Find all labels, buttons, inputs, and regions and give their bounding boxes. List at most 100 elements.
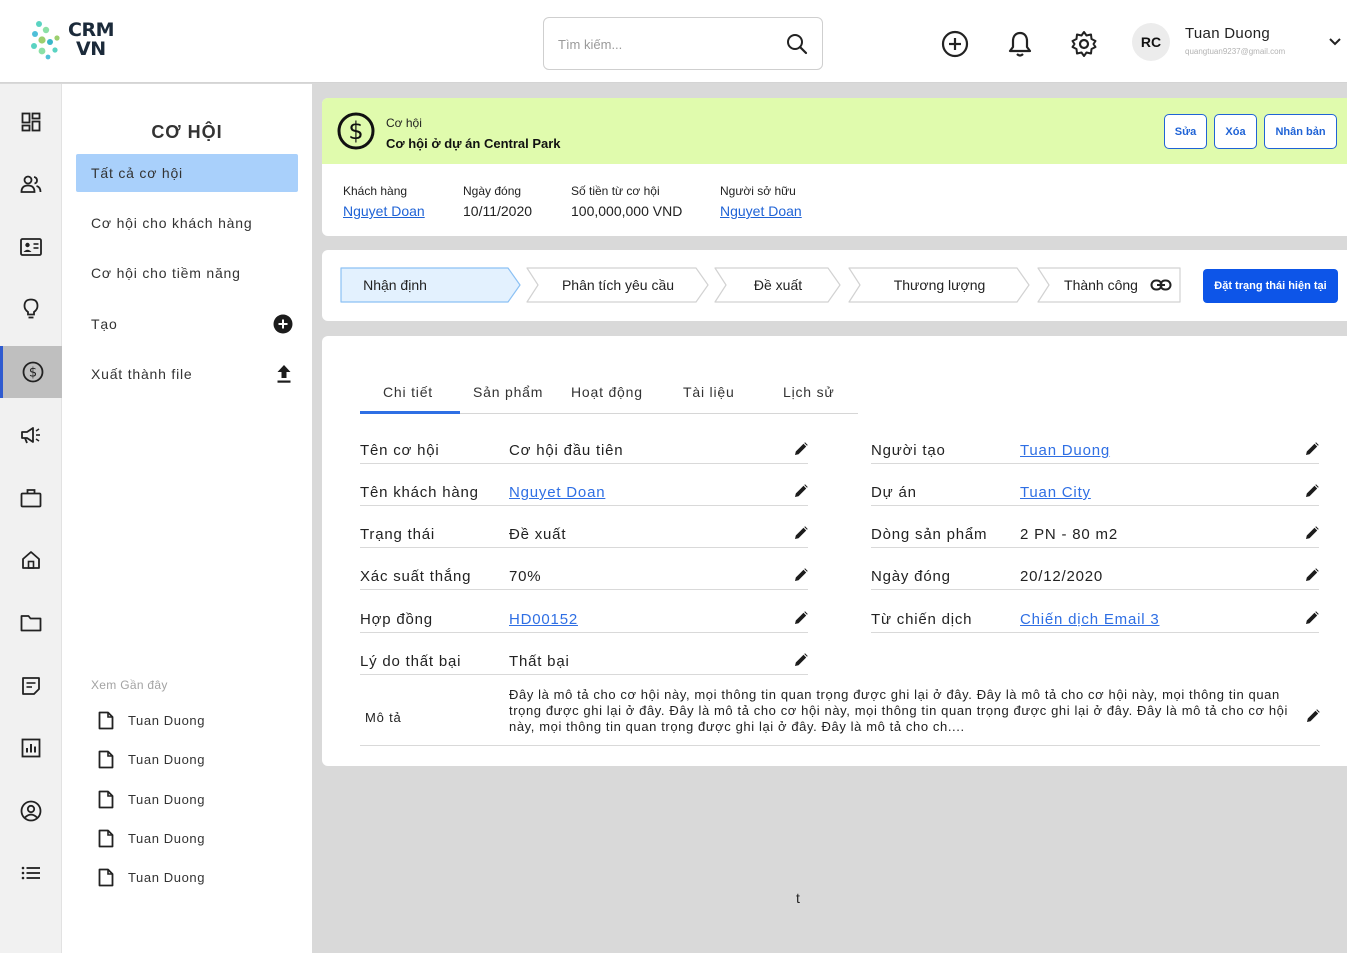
note-icon (22, 677, 40, 695)
tab-details[interactable]: Chi tiết (383, 384, 433, 400)
field-label: Lý do thất bại (360, 653, 462, 670)
sidebar-item-customer-opportunities[interactable]: Cơ hội cho khách hàng (76, 204, 298, 242)
sidebar-item-all-opportunities[interactable]: Tất cả cơ hội (76, 154, 298, 192)
field-value-link[interactable]: Chiến dịch Email 3 (1020, 611, 1159, 628)
add-circle-icon[interactable] (941, 30, 969, 58)
field-value-link[interactable]: Tuan Duong (1020, 442, 1110, 459)
app-logo[interactable]: CRM VN (30, 20, 114, 60)
user-avatar[interactable]: RC (1132, 23, 1170, 61)
meta-label: Số tiền từ cơ hội (571, 184, 660, 198)
field-created-by: Người tạo Tuan Duong (871, 436, 1319, 464)
icon-rail: $ (0, 84, 62, 953)
delete-button[interactable]: Xóa (1214, 114, 1257, 149)
list-icon (21, 866, 40, 880)
tab-documents[interactable]: Tài liệu (683, 384, 735, 400)
recent-item-label: Tuan Duong (128, 712, 206, 728)
pencil-icon[interactable] (1305, 611, 1319, 630)
sidebar-item-label: Xuất thành file (91, 366, 193, 382)
field-value-link[interactable]: Nguyet Doan (509, 484, 605, 501)
pencil-icon[interactable] (794, 568, 808, 587)
tab-history[interactable]: Lịch sử (783, 384, 835, 400)
sidebar-item-label: Cơ hội cho tiềm năng (91, 265, 241, 281)
sidebar-item-create[interactable]: Tạo (76, 305, 298, 343)
dollar-circle-icon: $ (22, 361, 43, 383)
field-product-line: Dòng sản phẩm 2 PN - 80 m2 (871, 520, 1319, 548)
record-header-card: $ Cơ hội Cơ hội ở dự án Central Park Sửa… (322, 98, 1347, 236)
sidebar-item-export[interactable]: Xuất thành file (76, 355, 298, 393)
meta-owner-link[interactable]: Nguyet Doan (720, 203, 802, 219)
pencil-icon[interactable] (1306, 709, 1320, 728)
recent-item[interactable]: Tuan Duong (98, 827, 205, 849)
contact-card-icon (20, 238, 42, 256)
megaphone-icon (21, 427, 40, 444)
search-input[interactable] (558, 33, 778, 55)
pencil-icon[interactable] (1305, 526, 1319, 545)
document-icon (98, 868, 114, 886)
edit-button[interactable]: Sửa (1164, 114, 1207, 149)
link-icon[interactable] (1150, 277, 1172, 293)
stage-step[interactable]: Phân tích yêu cầu (526, 267, 710, 303)
rail-notes[interactable] (0, 660, 62, 712)
stage-label: Nhận định (363, 277, 427, 293)
meta-customer: Khách hàng Nguyet Doan (343, 184, 425, 219)
rail-ideas[interactable] (0, 283, 62, 335)
field-win-probability: Xác suất thắng 70% (360, 562, 808, 590)
rail-opportunities[interactable]: $ (0, 346, 62, 398)
user-name[interactable]: Tuan Duong (1185, 25, 1270, 42)
rail-reports[interactable] (0, 722, 62, 774)
tab-activities[interactable]: Hoạt động (571, 384, 643, 400)
meta-value: 100,000,000 VND (571, 203, 683, 219)
svg-text:$: $ (28, 366, 36, 381)
rail-briefcase[interactable] (0, 472, 62, 524)
chevron-down-icon[interactable] (1329, 34, 1341, 52)
rail-account[interactable] (0, 785, 62, 837)
pencil-icon[interactable] (794, 611, 808, 630)
sidebar-item-lead-opportunities[interactable]: Cơ hội cho tiềm năng (76, 254, 298, 292)
stage-label: Thương lượng (893, 277, 986, 293)
rail-dashboard[interactable] (0, 96, 62, 148)
detail-tabs: Chi tiết Sản phẩm Hoạt động Tài liệu Lịc… (360, 376, 858, 414)
recent-item-label: Tuan Duong (128, 751, 206, 767)
field-label: Dự án (871, 484, 917, 501)
recent-item[interactable]: Tuan Duong (98, 788, 205, 810)
rail-list[interactable] (0, 847, 62, 899)
search-icon[interactable] (786, 33, 808, 60)
pencil-icon[interactable] (794, 526, 808, 545)
tab-products[interactable]: Sản phẩm (473, 384, 543, 400)
meta-close-date: Ngày đóng 10/11/2020 (463, 184, 532, 219)
upload-icon[interactable] (275, 364, 293, 387)
pencil-icon[interactable] (794, 442, 808, 461)
field-value-link[interactable]: HD00152 (509, 611, 578, 628)
set-current-stage-button[interactable]: Đặt trạng thái hiện tại (1203, 269, 1338, 303)
meta-value: 10/11/2020 (463, 203, 533, 219)
add-filled-icon[interactable] (273, 314, 293, 337)
stage-step[interactable]: Thương lượng (848, 267, 1031, 303)
opportunity-sidebar: CƠ HỘI Tất cả cơ hội Cơ hội cho khách hà… (62, 84, 312, 953)
clone-button[interactable]: Nhân bản (1264, 114, 1337, 149)
rail-documents[interactable] (0, 597, 62, 649)
rail-contact-card[interactable] (0, 221, 62, 273)
document-icon (98, 829, 114, 847)
notification-bell-icon[interactable] (1006, 30, 1034, 58)
recent-item[interactable]: Tuan Duong (98, 748, 205, 770)
pencil-icon[interactable] (794, 653, 808, 672)
stage-step-final[interactable]: Thành công (1037, 267, 1182, 303)
field-loss-reason: Lý do thất bại Thất bại (360, 647, 808, 675)
field-value-link[interactable]: Tuan City (1020, 484, 1091, 501)
pencil-icon[interactable] (1305, 568, 1319, 587)
meta-customer-link[interactable]: Nguyet Doan (343, 203, 425, 219)
active-tab-indicator (360, 411, 460, 414)
rail-contacts[interactable] (0, 158, 62, 210)
search-box[interactable] (543, 17, 823, 70)
stage-step-active[interactable]: Nhận định (340, 267, 522, 303)
pencil-icon[interactable] (1305, 484, 1319, 503)
rail-projects[interactable] (0, 534, 62, 586)
recent-item[interactable]: Tuan Duong (98, 866, 205, 888)
pencil-icon[interactable] (1305, 442, 1319, 461)
rail-campaigns[interactable] (0, 409, 62, 461)
settings-gear-icon[interactable] (1070, 30, 1098, 58)
stage-step[interactable]: Đề xuất (714, 267, 842, 303)
pencil-icon[interactable] (794, 484, 808, 503)
recent-item[interactable]: Tuan Duong (98, 709, 205, 731)
field-label: Mô tả (365, 710, 402, 725)
